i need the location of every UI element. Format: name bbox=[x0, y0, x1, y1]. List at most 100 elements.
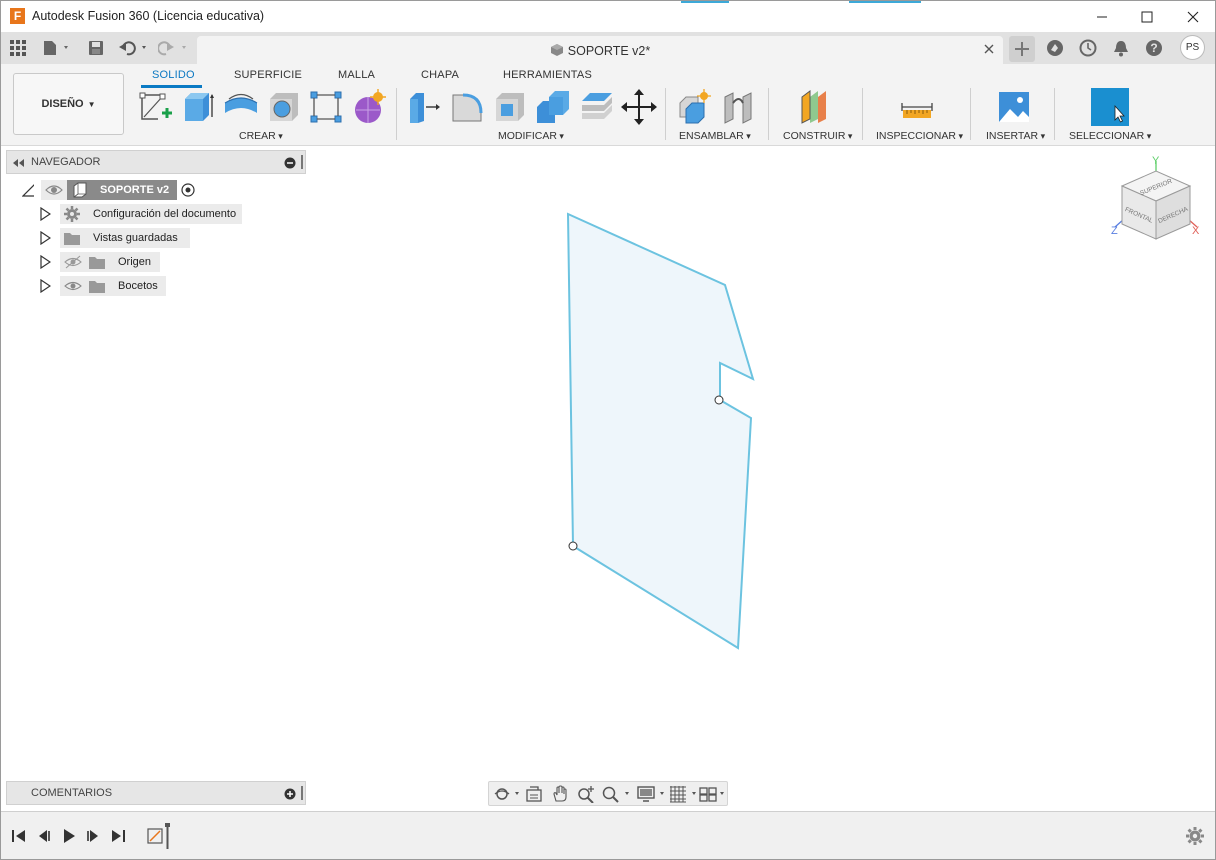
modificar-menu[interactable]: MODIFICAR bbox=[498, 130, 564, 142]
minimize-button[interactable] bbox=[1079, 1, 1125, 32]
tab-chapa[interactable]: CHAPA bbox=[421, 69, 459, 81]
insert-image-icon[interactable] bbox=[996, 89, 1032, 125]
folder-icon bbox=[89, 257, 105, 269]
tree-item-configuracion[interactable]: Configuración del documento bbox=[39, 204, 249, 224]
revolve-icon[interactable] bbox=[223, 89, 259, 125]
display-settings-icon[interactable] bbox=[637, 785, 667, 803]
visibility-eye-container[interactable] bbox=[41, 180, 67, 200]
look-at-icon[interactable] bbox=[525, 785, 543, 803]
insertar-menu[interactable]: INSERTAR bbox=[986, 130, 1045, 142]
gear-icon bbox=[64, 206, 80, 222]
workspace-switcher-button[interactable]: DISEÑO ▼ bbox=[13, 73, 124, 135]
tree-item-label-container[interactable]: Bocetos bbox=[60, 276, 166, 296]
fit-zoom-icon[interactable] bbox=[601, 785, 631, 803]
new-component-icon[interactable] bbox=[676, 89, 712, 125]
activate-radio-icon[interactable] bbox=[180, 182, 196, 198]
expand-triangle-icon[interactable] bbox=[39, 231, 51, 245]
construir-menu[interactable]: CONSTRUIR bbox=[783, 130, 852, 142]
add-comment-icon[interactable] bbox=[284, 788, 296, 800]
timeline-bar bbox=[1, 811, 1215, 859]
step-forward-icon[interactable] bbox=[85, 828, 101, 844]
minus-circle-icon[interactable] bbox=[284, 157, 296, 169]
extrude-icon[interactable] bbox=[181, 89, 217, 125]
sketch-point[interactable] bbox=[568, 541, 578, 551]
step-back-icon[interactable] bbox=[36, 828, 52, 844]
timeline-settings-gear-icon[interactable] bbox=[1185, 826, 1205, 846]
save-icon[interactable] bbox=[85, 32, 107, 64]
tree-item-origen[interactable]: Origen bbox=[39, 252, 169, 272]
tree-root-label[interactable]: SOPORTE v2 bbox=[67, 180, 177, 200]
job-status-clock-icon[interactable] bbox=[1076, 32, 1100, 64]
tab-malla[interactable]: MALLA bbox=[338, 69, 375, 81]
move-copy-icon[interactable] bbox=[621, 89, 657, 125]
inspeccionar-menu[interactable]: INSPECCIONAR bbox=[876, 130, 963, 142]
measure-icon[interactable] bbox=[899, 89, 935, 125]
seleccionar-menu[interactable]: SELECCIONAR bbox=[1069, 130, 1151, 142]
data-panel-grid-icon[interactable] bbox=[7, 32, 29, 64]
shell-icon[interactable] bbox=[492, 89, 528, 125]
close-window-button[interactable] bbox=[1170, 1, 1215, 32]
go-to-end-icon[interactable] bbox=[110, 828, 126, 844]
combine-icon[interactable] bbox=[535, 89, 571, 125]
navigator-header[interactable]: NAVEGADOR bbox=[6, 150, 306, 174]
sketch-profile[interactable] bbox=[566, 212, 755, 650]
undo-icon[interactable] bbox=[117, 32, 151, 64]
joint-icon[interactable] bbox=[721, 89, 757, 125]
tree-item-label-container[interactable]: Configuración del documento bbox=[60, 204, 242, 224]
comments-header[interactable]: COMENTARIOS bbox=[6, 781, 306, 805]
help-icon[interactable]: ? bbox=[1142, 32, 1166, 64]
create-sketch-icon[interactable] bbox=[138, 89, 174, 125]
viewcube[interactable]: Y X Z SUPERIOR FRONTAL DERECHA bbox=[1111, 155, 1200, 240]
notifications-bell-icon[interactable] bbox=[1109, 32, 1133, 64]
expand-triangle-icon[interactable] bbox=[39, 279, 51, 293]
play-icon[interactable] bbox=[61, 828, 77, 844]
expand-triangle-icon[interactable] bbox=[39, 207, 51, 221]
user-avatar[interactable]: PS bbox=[1180, 35, 1205, 60]
tree-item-bocetos[interactable]: Bocetos bbox=[39, 276, 169, 296]
pan-hand-icon[interactable] bbox=[551, 785, 569, 803]
offset-plane-icon[interactable] bbox=[798, 89, 834, 125]
timeline-sketch-feature-icon[interactable] bbox=[146, 821, 174, 851]
orbit-icon[interactable] bbox=[493, 785, 521, 803]
fillet-icon[interactable] bbox=[449, 89, 485, 125]
panel-pin-handle[interactable] bbox=[301, 155, 303, 169]
sketch-point[interactable] bbox=[714, 395, 724, 405]
panel-pin-handle[interactable] bbox=[301, 786, 303, 800]
tab-superficie[interactable]: SUPERFICIE bbox=[234, 69, 302, 81]
zoom-icon[interactable] bbox=[577, 785, 595, 803]
redo-icon[interactable] bbox=[157, 32, 191, 64]
tree-item-label-container[interactable]: Origen bbox=[60, 252, 160, 272]
tree-item-label-container[interactable]: Vistas guardadas bbox=[60, 228, 190, 248]
file-menu-icon[interactable] bbox=[41, 32, 73, 64]
hidden-eye-icon[interactable] bbox=[63, 254, 83, 270]
tab-herramientas[interactable]: HERRAMIENTAS bbox=[503, 69, 592, 81]
tree-item-vistas-guardadas[interactable]: Vistas guardadas bbox=[39, 228, 199, 248]
title-bar: F Autodesk Fusion 360 (Licencia educativ… bbox=[1, 1, 1215, 32]
create-form-icon[interactable] bbox=[351, 89, 387, 125]
expand-triangle-icon[interactable] bbox=[39, 255, 51, 269]
go-to-start-icon[interactable] bbox=[11, 828, 27, 844]
maximize-button[interactable] bbox=[1124, 1, 1170, 32]
offset-face-icon[interactable] bbox=[578, 89, 614, 125]
ensamblar-menu[interactable]: ENSAMBLAR bbox=[679, 130, 751, 142]
eye-icon[interactable] bbox=[41, 180, 67, 200]
extensions-icon[interactable] bbox=[1043, 32, 1067, 64]
hole-icon[interactable] bbox=[266, 89, 302, 125]
grid-settings-icon[interactable] bbox=[669, 785, 699, 803]
new-tab-button[interactable] bbox=[1009, 36, 1035, 62]
press-pull-icon[interactable] bbox=[406, 89, 442, 125]
title-accent bbox=[681, 1, 729, 3]
tab-solido[interactable]: SOLIDO bbox=[152, 69, 195, 81]
separator bbox=[768, 88, 769, 140]
close-tab-icon[interactable] bbox=[981, 41, 997, 57]
tree-root-row[interactable]: SOPORTE v2 bbox=[19, 180, 219, 200]
root-component-name: SOPORTE v2 bbox=[100, 184, 170, 196]
select-icon[interactable] bbox=[1091, 88, 1129, 126]
viewports-icon[interactable] bbox=[699, 785, 729, 803]
document-tab[interactable]: SOPORTE v2* bbox=[197, 36, 1003, 64]
pattern-icon[interactable] bbox=[308, 89, 344, 125]
crear-menu[interactable]: CREAR bbox=[239, 130, 283, 142]
eye-icon[interactable] bbox=[63, 278, 83, 294]
expanded-triangle-icon[interactable] bbox=[22, 183, 34, 197]
collapse-panel-icon[interactable] bbox=[12, 158, 26, 168]
